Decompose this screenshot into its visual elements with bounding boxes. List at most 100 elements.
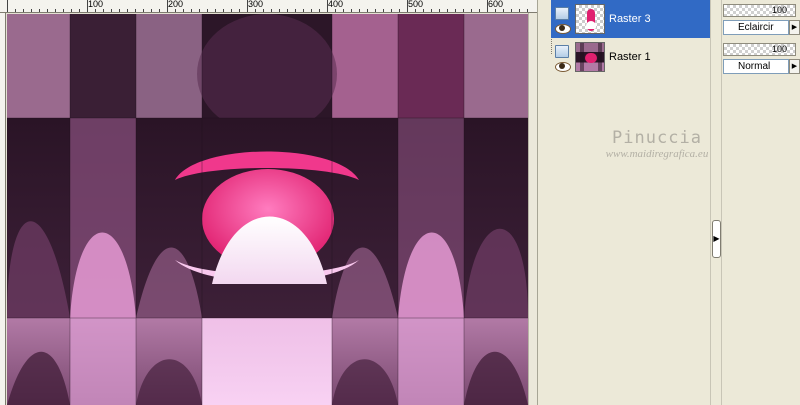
layer-name[interactable]: Raster 1 bbox=[609, 51, 651, 63]
layer-row-raster-3[interactable]: Raster 3 bbox=[551, 0, 718, 38]
ruler-tick bbox=[391, 9, 392, 12]
ruler-tick bbox=[215, 9, 216, 12]
layer-row-raster-1[interactable]: Raster 1 bbox=[551, 38, 718, 76]
blend-mode-dropdown-raster-3[interactable]: Eclaircir ▶ bbox=[723, 20, 800, 36]
ruler-tick bbox=[375, 9, 376, 12]
ruler-tick bbox=[359, 9, 360, 12]
ruler-tick bbox=[503, 9, 504, 12]
ruler-tick bbox=[319, 9, 320, 12]
ruler-tick bbox=[223, 9, 224, 12]
ruler-tick bbox=[231, 9, 232, 12]
ruler-tick bbox=[295, 9, 296, 12]
ruler-tick bbox=[39, 9, 40, 12]
ruler-tick bbox=[279, 9, 280, 12]
ruler-tick bbox=[399, 9, 400, 12]
ruler-tick bbox=[55, 9, 56, 12]
layer-name[interactable]: Raster 3 bbox=[609, 13, 651, 25]
blend-mode-dropdown-raster-1[interactable]: Normal ▶ bbox=[723, 59, 800, 75]
raster-layer-icon bbox=[555, 6, 569, 20]
ruler-tick bbox=[247, 0, 248, 12]
horizontal-ruler: 100 200 300 400 500 600 bbox=[0, 0, 537, 13]
ruler-label: 400 bbox=[328, 0, 344, 9]
watermark-url: www.maidiregrafica.eu bbox=[605, 148, 709, 160]
ruler-tick bbox=[407, 0, 408, 12]
ruler-tick bbox=[447, 9, 448, 12]
arrow-right-icon[interactable]: ▶ bbox=[712, 220, 721, 258]
ruler-tick bbox=[167, 0, 168, 12]
ruler-tick bbox=[303, 9, 304, 12]
watermark-name: Pinuccia bbox=[612, 128, 702, 148]
canvas-vertical-scrollbar[interactable] bbox=[528, 13, 537, 405]
eye-icon[interactable] bbox=[555, 23, 571, 34]
ruler-tick bbox=[63, 9, 64, 12]
layer-thumbnail bbox=[575, 4, 605, 34]
ruler-label: 300 bbox=[248, 0, 264, 9]
ruler-tick bbox=[367, 9, 368, 12]
layers-list: Raster 3 Raster 1 bbox=[546, 0, 718, 405]
ruler-tick bbox=[23, 9, 24, 12]
ruler-tick bbox=[439, 9, 440, 12]
ruler-tick bbox=[47, 9, 48, 12]
ruler-label: 200 bbox=[168, 0, 184, 9]
triangle-right-icon[interactable]: ▶ bbox=[789, 59, 800, 74]
image-canvas-area[interactable]: 100 200 300 400 500 600 bbox=[0, 0, 537, 405]
raster-layer-icon bbox=[555, 44, 569, 58]
ruler-tick bbox=[151, 9, 152, 12]
ruler-tick bbox=[135, 9, 136, 12]
ruler-tick bbox=[263, 9, 264, 12]
blend-mode-value[interactable]: Eclaircir bbox=[723, 20, 789, 35]
ruler-tick bbox=[383, 9, 384, 12]
ruler-tick bbox=[471, 9, 472, 12]
ruler-tick bbox=[143, 9, 144, 12]
ruler-tick bbox=[7, 0, 8, 12]
ruler-tick bbox=[191, 9, 192, 12]
ruler-tick bbox=[95, 9, 96, 12]
ruler-tick bbox=[527, 9, 528, 12]
ruler-tick bbox=[463, 9, 464, 12]
opacity-slider-raster-1[interactable]: 100 bbox=[723, 43, 796, 56]
ruler-tick bbox=[183, 9, 184, 12]
ruler-tick bbox=[79, 9, 80, 12]
ruler-label: 100 bbox=[88, 0, 104, 9]
ruler-tick bbox=[207, 9, 208, 12]
ruler-tick bbox=[71, 9, 72, 12]
vertical-ruler bbox=[0, 13, 6, 405]
artwork-image bbox=[7, 14, 528, 405]
ruler-tick bbox=[487, 0, 488, 12]
ruler-tick bbox=[127, 9, 128, 12]
ruler-tick bbox=[423, 9, 424, 12]
ruler-tick bbox=[455, 9, 456, 12]
ruler-label: 600 bbox=[488, 0, 504, 9]
ruler-tick bbox=[111, 9, 112, 12]
ruler-tick bbox=[415, 9, 416, 12]
ruler-tick bbox=[271, 9, 272, 12]
ruler-tick bbox=[343, 9, 344, 12]
ruler-tick bbox=[15, 9, 16, 12]
ruler-tick bbox=[103, 9, 104, 12]
layers-palette: Raster 3 Raster 1 ▶ bbox=[537, 0, 723, 405]
palette-splitter[interactable]: ▶ bbox=[710, 0, 722, 405]
blend-mode-value[interactable]: Normal bbox=[723, 59, 789, 74]
ruler-tick bbox=[351, 9, 352, 12]
layer-properties-column: 100 Eclaircir ▶ 100 Normal ▶ bbox=[723, 0, 800, 405]
ruler-tick bbox=[255, 9, 256, 12]
ruler-tick bbox=[87, 0, 88, 12]
ruler-tick bbox=[311, 9, 312, 12]
ruler-tick bbox=[335, 9, 336, 12]
ruler-tick bbox=[31, 9, 32, 12]
layer-thumbnail bbox=[575, 42, 605, 72]
ruler-tick bbox=[199, 9, 200, 12]
ruler-tick bbox=[159, 9, 160, 12]
watermark: Pinuccia www.maidiregrafica.eu bbox=[592, 128, 722, 160]
eye-icon[interactable] bbox=[555, 61, 571, 72]
ruler-tick bbox=[239, 9, 240, 12]
ruler-tick bbox=[175, 9, 176, 12]
ruler-tick bbox=[327, 0, 328, 12]
ruler-tick bbox=[431, 9, 432, 12]
ruler-tick bbox=[519, 9, 520, 12]
opacity-slider-raster-3[interactable]: 100 bbox=[723, 4, 796, 17]
ruler-label: 500 bbox=[408, 0, 424, 9]
triangle-right-icon[interactable]: ▶ bbox=[789, 20, 800, 35]
ruler-tick bbox=[119, 9, 120, 12]
ruler-tick bbox=[495, 9, 496, 12]
